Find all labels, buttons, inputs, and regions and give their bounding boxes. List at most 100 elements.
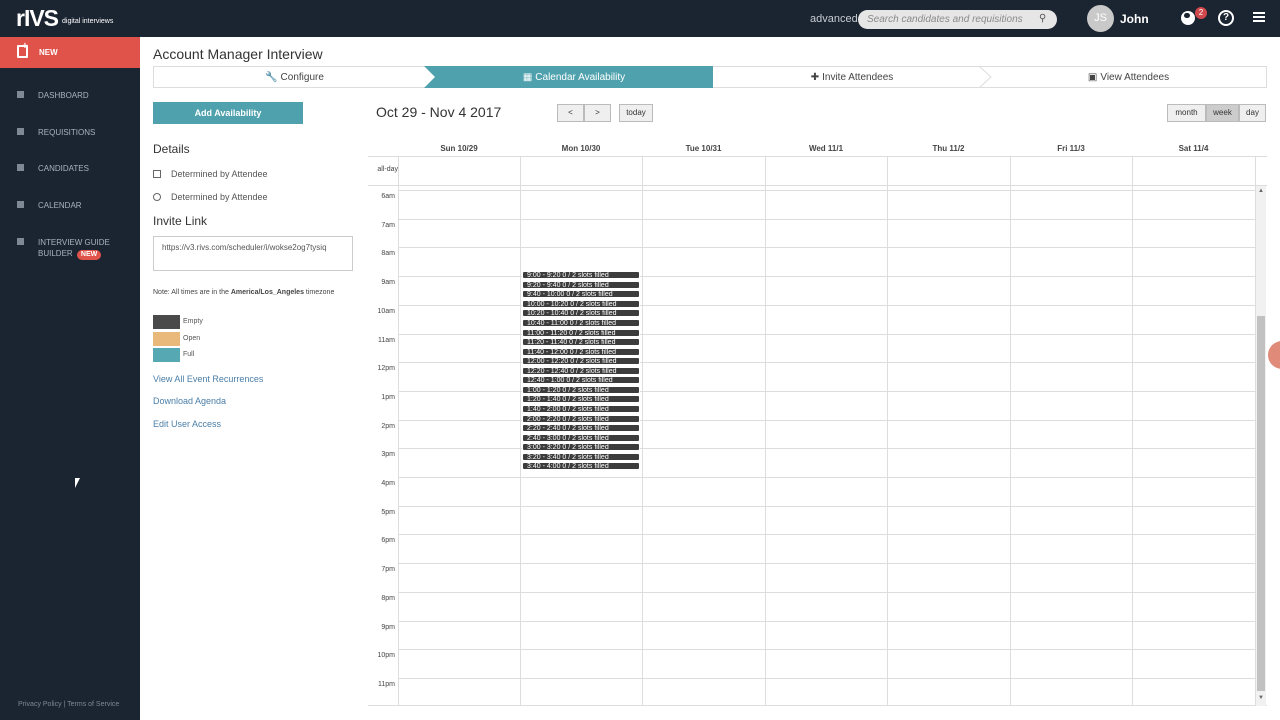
- hour-label: 10pm: [377, 652, 395, 660]
- scroll-down-arrow[interactable]: ▼: [1258, 695, 1264, 701]
- event-time: 1:20 - 1:40: [527, 396, 561, 404]
- availability-event[interactable]: 3:00 - 3:20 0 / 2 slots filled: [522, 443, 640, 452]
- edit-user-access-link[interactable]: Edit User Access: [153, 419, 221, 429]
- event-slots-text: 0 / 2 slots filled: [570, 300, 617, 308]
- availability-event[interactable]: 11:00 - 11:20 0 / 2 slots filled: [522, 328, 640, 337]
- new-document-icon: [17, 41, 28, 58]
- hour-label: 2pm: [381, 422, 395, 430]
- availability-event[interactable]: 3:40 - 4:00 0 / 2 slots filled: [522, 462, 640, 471]
- hour-gridline: [398, 247, 1255, 249]
- search-icon[interactable]: ⚲: [1039, 13, 1046, 24]
- event-time: 2:40 - 3:00: [527, 434, 561, 442]
- view-event-recurrences-link[interactable]: View All Event Recurrences: [153, 374, 263, 384]
- hour-gridline: [398, 620, 1255, 622]
- event-time: 10:20 - 10:40: [527, 310, 569, 318]
- day-header-thu: Thu 11/2: [932, 144, 965, 153]
- download-agenda-link[interactable]: Download Agenda: [153, 396, 226, 406]
- prev-week-button[interactable]: <: [557, 104, 584, 122]
- hour-gridline: [398, 505, 1255, 507]
- sidebar-item-label: CANDIDATES: [38, 164, 89, 173]
- calendar-day-headers: Sun 10/29 Mon 10/30 Tue 10/31 Wed 11/1 T…: [368, 140, 1267, 156]
- event-time: 2:20 - 2:40: [527, 425, 561, 433]
- hour-label: 8pm: [381, 594, 395, 602]
- event-time: 10:00 - 10:20: [527, 300, 569, 308]
- event-slots-text: 0 / 2 slots filled: [562, 386, 609, 394]
- event-time: 12:40 - 1:00: [527, 377, 565, 385]
- sidebar-item-requisitions[interactable]: REQUISITIONS: [0, 125, 140, 147]
- sidebar-item-calendar[interactable]: CALENDAR: [0, 198, 140, 220]
- availability-event[interactable]: 1:20 - 1:40 0 / 2 slots filled: [522, 395, 640, 404]
- user-name[interactable]: John: [1120, 12, 1149, 26]
- legend-swatch-empty: [153, 315, 180, 329]
- month-view-button[interactable]: month: [1167, 104, 1206, 122]
- help-icon[interactable]: ?: [1218, 10, 1234, 26]
- availability-event[interactable]: 11:40 - 12:00 0 / 2 slots filled: [522, 347, 640, 356]
- availability-event[interactable]: 10:40 - 11:00 0 / 2 slots filled: [522, 318, 640, 327]
- details-heading: Details: [153, 142, 190, 156]
- avatar[interactable]: JS: [1087, 5, 1114, 32]
- all-day-row[interactable]: all-day: [368, 156, 1267, 187]
- event-slots-text: 0 / 2 slots filled: [569, 329, 616, 337]
- event-time: 9:40 - 10:00: [527, 291, 565, 299]
- availability-event[interactable]: 10:20 - 10:40 0 / 2 slots filled: [522, 309, 640, 318]
- sidebar-item-label: NEW: [39, 48, 58, 57]
- event-time: 9:20 - 9:40: [527, 281, 561, 289]
- globe-icon[interactable]: [1181, 11, 1195, 25]
- availability-event[interactable]: 12:00 - 12:20 0 / 2 slots filled: [522, 357, 640, 366]
- advanced-search-link[interactable]: advanced: [810, 13, 858, 25]
- availability-event[interactable]: 9:40 - 10:00 0 / 2 slots filled: [522, 290, 640, 299]
- availability-event[interactable]: 12:40 - 1:00 0 / 2 slots filled: [522, 376, 640, 385]
- arrow-divider: [978, 66, 992, 88]
- sidebar-item-dashboard[interactable]: DASHBOARD: [0, 88, 140, 110]
- availability-event[interactable]: 1:40 - 2:00 0 / 2 slots filled: [522, 405, 640, 414]
- hour-label: 1pm: [381, 393, 395, 401]
- clock-icon: [153, 193, 161, 201]
- footer-links[interactable]: Privacy Policy | Terms of Service: [18, 701, 119, 708]
- availability-event[interactable]: 2:00 - 2:20 0 / 2 slots filled: [522, 414, 640, 423]
- add-availability-button[interactable]: Add Availability: [153, 102, 303, 124]
- sidebar-item-new[interactable]: NEW: [0, 37, 140, 68]
- scroll-up-arrow[interactable]: ▲: [1258, 188, 1264, 194]
- step-arrows: [424, 66, 992, 88]
- logo[interactable]: rIVS: [16, 7, 59, 30]
- invite-link-field[interactable]: [153, 236, 353, 271]
- availability-event[interactable]: 3:20 - 3:40 0 / 2 slots filled: [522, 452, 640, 461]
- sidebar-item-interview-guide-builder[interactable]: INTERVIEW GUIDE BUILDER NEW: [0, 235, 140, 261]
- menu-icon[interactable]: [1253, 12, 1265, 24]
- hour-label: 9am: [381, 279, 395, 287]
- day-view-button[interactable]: day: [1239, 104, 1266, 122]
- availability-event[interactable]: 12:20 - 12:40 0 / 2 slots filled: [522, 366, 640, 375]
- availability-event[interactable]: 2:40 - 3:00 0 / 2 slots filled: [522, 433, 640, 442]
- calendar-range-title: Oct 29 - Nov 4 2017: [376, 104, 502, 120]
- week-view-button[interactable]: week: [1206, 104, 1239, 122]
- availability-event[interactable]: 9:20 - 9:40 0 / 2 slots filled: [522, 280, 640, 289]
- hour-label: 12pm: [377, 365, 395, 373]
- today-button[interactable]: today: [619, 104, 653, 122]
- availability-event[interactable]: 9:00 - 9:20 0 / 2 slots filled: [522, 271, 640, 280]
- logo-tagline: digital interviews: [62, 18, 114, 25]
- calendar-icon: [153, 170, 161, 178]
- search-input[interactable]: [867, 12, 1037, 27]
- mouse-cursor: [75, 478, 80, 488]
- sidebar-item-candidates[interactable]: CANDIDATES: [0, 161, 140, 183]
- next-week-button[interactable]: >: [584, 104, 611, 122]
- calendar-scrollbar[interactable]: ▲ ▼: [1256, 186, 1266, 706]
- day-header-tue: Tue 10/31: [685, 144, 722, 153]
- availability-event[interactable]: 10:00 - 10:20 0 / 2 slots filled: [522, 299, 640, 308]
- scrollbar-thumb[interactable]: [1257, 316, 1265, 691]
- hour-gridline: [398, 563, 1255, 565]
- availability-event[interactable]: 1:00 - 1:20 0 / 2 slots filled: [522, 385, 640, 394]
- availability-event[interactable]: 11:20 - 11:40 0 / 2 slots filled: [522, 338, 640, 347]
- event-time: 1:00 - 1:20: [527, 386, 561, 394]
- availability-event[interactable]: 2:20 - 2:40 0 / 2 slots filled: [522, 424, 640, 433]
- hour-gridline: [398, 190, 1255, 191]
- person-card-icon: [17, 164, 24, 171]
- day-header-wed: Wed 11/1: [808, 144, 844, 153]
- event-slots-text: 0 / 2 slots filled: [570, 367, 617, 375]
- event-time: 3:20 - 3:40: [527, 453, 561, 461]
- side-tab-handle[interactable]: [1268, 341, 1280, 369]
- time-grid[interactable]: ▲ ▼ 6am 7am 8am 9am 10am 11am 12pm 1pm 2pm 3pm 4pm…: [368, 186, 1267, 706]
- documents-icon: [17, 128, 24, 135]
- hour-label: 9pm: [381, 623, 395, 631]
- legend-label: Full: [183, 351, 195, 358]
